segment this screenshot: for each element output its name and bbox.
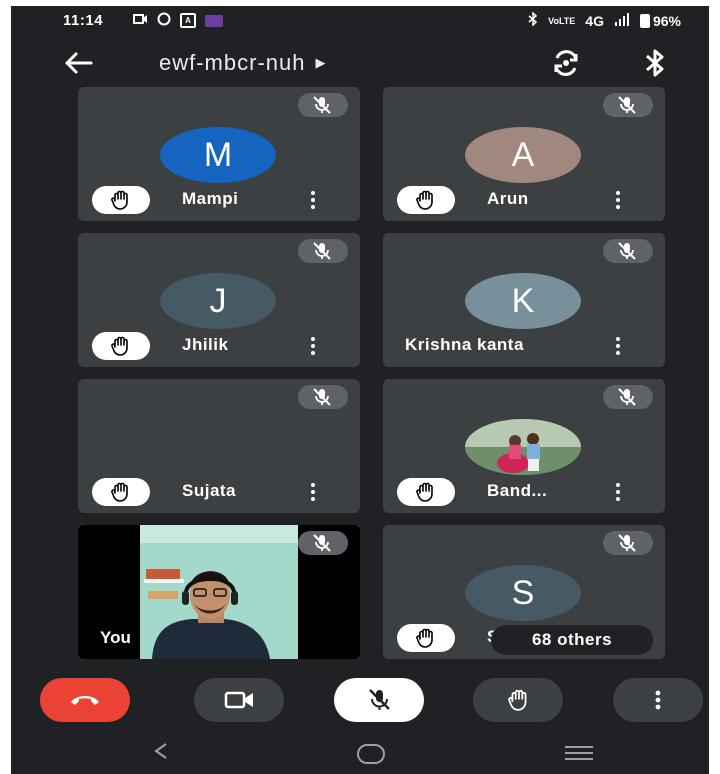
hand-icon <box>111 482 128 502</box>
participant-tile[interactable]: S Sa 68 others <box>383 525 665 659</box>
mic-off-icon <box>313 96 331 114</box>
phone-screen: 11:14 A VoLTE 4G 96% ewf-mbcr-nuh ▶ M Ma… <box>11 6 709 774</box>
mic-off-icon <box>313 388 331 406</box>
back-button[interactable] <box>61 48 95 78</box>
more-vert-icon[interactable] <box>615 483 621 503</box>
raised-hand-badge <box>397 624 455 652</box>
self-video-tile[interactable]: You <box>78 525 360 659</box>
mic-off-badge <box>603 531 653 555</box>
call-controls <box>11 676 709 726</box>
raised-hand-badge <box>92 332 150 360</box>
expand-triangle-icon: ▶ <box>315 55 327 70</box>
hand-icon <box>416 190 433 210</box>
mic-off-badge <box>603 239 653 263</box>
switch-camera-button[interactable] <box>549 46 583 80</box>
hand-icon <box>416 482 433 502</box>
more-vert-icon[interactable] <box>310 483 316 503</box>
participant-name: Mampi <box>182 189 239 208</box>
microphone-button[interactable] <box>334 678 424 722</box>
status-right: VoLTE 4G 96% <box>528 11 681 29</box>
meeting-title-button[interactable]: ewf-mbcr-nuh ▶ <box>159 50 326 76</box>
more-vert-icon[interactable] <box>310 191 316 211</box>
raised-hand-badge <box>92 478 150 506</box>
bluetooth-icon <box>528 11 538 29</box>
hand-icon <box>416 628 433 648</box>
mic-off-icon <box>618 534 636 552</box>
nav-back-icon[interactable] <box>153 742 169 765</box>
avatar: K <box>465 273 581 329</box>
bluetooth-audio-icon <box>646 49 664 77</box>
signal-icon <box>614 12 630 29</box>
avatar: J <box>160 273 276 329</box>
mic-off-icon <box>313 242 331 260</box>
more-vert-icon[interactable] <box>615 337 621 357</box>
self-video <box>140 525 298 659</box>
mic-off-icon <box>313 534 331 552</box>
video-camera-icon <box>133 13 148 28</box>
meeting-top-bar: ewf-mbcr-nuh ▶ <box>11 38 709 88</box>
avatar-photo <box>465 419 581 475</box>
nav-home-icon[interactable] <box>357 744 385 764</box>
raised-hand-badge <box>92 186 150 214</box>
system-nav-bar <box>11 728 709 774</box>
participant-tile[interactable]: Sujata <box>78 379 360 513</box>
raised-hand-badge <box>397 478 455 506</box>
self-name: You <box>100 628 131 647</box>
mic-off-badge <box>603 93 653 117</box>
mic-off-icon <box>618 388 636 406</box>
phone-hangup-icon <box>71 696 99 705</box>
others-count-chip[interactable]: 68 others <box>491 625 653 655</box>
status-time: 11:14 <box>63 12 104 29</box>
hand-icon <box>508 689 527 711</box>
more-vert-icon <box>655 690 661 710</box>
mic-off-badge <box>298 385 348 409</box>
participant-tile[interactable]: A Arun <box>383 87 665 221</box>
mic-off-icon <box>618 242 636 260</box>
participant-name: Arun <box>487 189 529 208</box>
hand-icon <box>111 336 128 356</box>
end-call-button[interactable] <box>40 678 130 722</box>
mic-off-badge <box>298 239 348 263</box>
more-options-button[interactable] <box>613 678 703 722</box>
battery-status: 96% <box>639 12 681 29</box>
mic-off-icon <box>369 689 390 710</box>
participant-name: Sujata <box>182 481 237 500</box>
battery-percent: 96% <box>652 12 681 29</box>
participant-tile[interactable]: J Jhilik <box>78 233 360 367</box>
mic-off-badge <box>603 385 653 409</box>
nav-recents-icon[interactable] <box>565 746 593 764</box>
participant-name: Krishna kanta <box>405 335 524 354</box>
meeting-code: ewf-mbcr-nuh <box>159 50 306 75</box>
bluetooth-audio-button[interactable] <box>641 47 669 79</box>
participant-name: Band... <box>487 481 548 500</box>
mic-off-badge <box>298 93 348 117</box>
video-camera-icon <box>224 691 253 709</box>
avatar: A <box>465 127 581 183</box>
mic-off-badge <box>298 531 348 555</box>
camera-button[interactable] <box>194 678 284 722</box>
status-bar: 11:14 A VoLTE 4G 96% <box>11 6 709 38</box>
participant-tile[interactable]: K Krishna kanta <box>383 233 665 367</box>
a-box-icon: A <box>180 13 196 28</box>
raised-hand-badge <box>397 186 455 214</box>
participant-tile[interactable]: Band... <box>383 379 665 513</box>
avatar: M <box>160 127 276 183</box>
mic-off-icon <box>618 96 636 114</box>
more-vert-icon[interactable] <box>310 337 316 357</box>
raise-hand-button[interactable] <box>473 678 563 722</box>
avatar: S <box>465 565 581 621</box>
participant-name: Jhilik <box>182 335 229 354</box>
volte-icon: VoLTE <box>548 15 576 26</box>
participant-tile[interactable]: M Mampi <box>78 87 360 221</box>
whatsapp-icon <box>157 12 171 29</box>
hand-icon <box>111 190 128 210</box>
back-arrow-icon <box>65 52 93 74</box>
network-type: 4G <box>585 12 604 29</box>
app-notification-icon <box>205 14 223 27</box>
notification-icons: A <box>133 12 223 29</box>
more-vert-icon[interactable] <box>615 191 621 211</box>
battery-icon <box>639 13 650 28</box>
switch-camera-icon <box>554 50 578 76</box>
